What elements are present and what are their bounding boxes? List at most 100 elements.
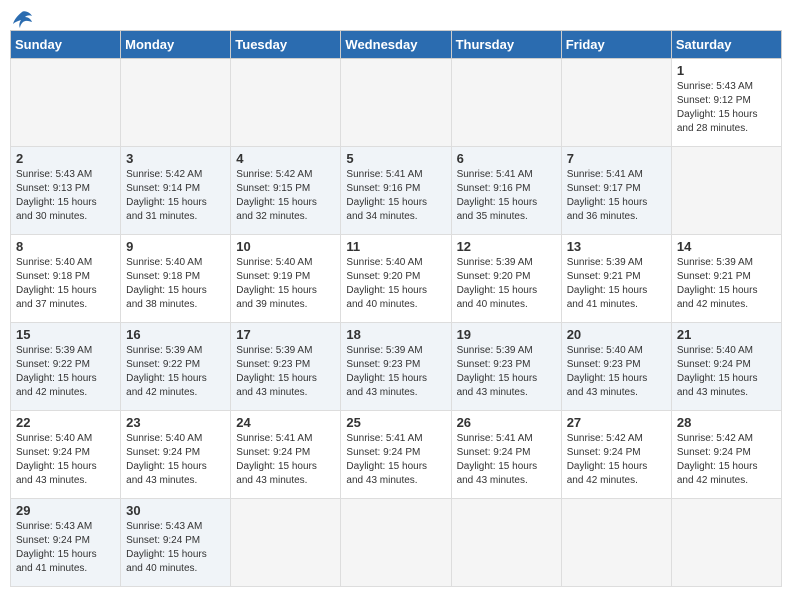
- header-sunday: Sunday: [11, 31, 121, 59]
- calendar-table: SundayMondayTuesdayWednesdayThursdayFrid…: [10, 30, 782, 587]
- calendar-cell: 22 Sunrise: 5:40 AMSunset: 9:24 PMDayligh…: [11, 411, 121, 499]
- calendar-cell: 8Sunrise: 5:40 AMSunset: 9:18 PMDaylight…: [11, 235, 121, 323]
- day-info: Sunrise: 5:43 AMSunset: 9:12 PMDaylight:…: [677, 80, 776, 136]
- calendar-cell: 27Sunrise: 5:42 AMSunset: 9:24 PMDayligh…: [561, 411, 671, 499]
- logo-bird-icon: [12, 10, 34, 28]
- calendar-cell: [561, 59, 671, 147]
- day-info: Sunrise: 5:40 AMSunset: 9:19 PMDaylight:…: [236, 256, 335, 312]
- calendar-cell-empty: [671, 147, 781, 235]
- calendar-cell: [671, 499, 781, 587]
- day-number: 19: [457, 327, 556, 342]
- day-number: 7: [567, 151, 666, 166]
- day-info: Sunrise: 5:39 AMSunset: 9:22 PMDaylight:…: [126, 344, 225, 400]
- header-tuesday: Tuesday: [231, 31, 341, 59]
- calendar-week-row: 22 Sunrise: 5:40 AMSunset: 9:24 PMDayligh…: [11, 411, 782, 499]
- header-monday: Monday: [121, 31, 231, 59]
- logo: [10, 10, 34, 24]
- header-saturday: Saturday: [671, 31, 781, 59]
- calendar-cell: 14Sunrise: 5:39 AMSunset: 9:21 PMDayligh…: [671, 235, 781, 323]
- calendar-cell: 7 Sunrise: 5:41 AMSunset: 9:17 PMDaylight…: [561, 147, 671, 235]
- day-number: 18: [346, 327, 445, 342]
- calendar-cell: 30 Sunrise: 5:43 AMSunset: 9:24 PMDayligh…: [121, 499, 231, 587]
- day-number: 21: [677, 327, 776, 342]
- calendar-cell: 16 Sunrise: 5:39 AMSunset: 9:22 PMDayligh…: [121, 323, 231, 411]
- page-header: [10, 10, 782, 24]
- calendar-cell: 29Sunrise: 5:43 AMSunset: 9:24 PMDayligh…: [11, 499, 121, 587]
- day-number: 4: [236, 151, 335, 166]
- calendar-cell: 12Sunrise: 5:39 AMSunset: 9:20 PMDayligh…: [451, 235, 561, 323]
- calendar-cell: 25 Sunrise: 5:41 AMSunset: 9:24 PMDayligh…: [341, 411, 451, 499]
- calendar-cell: [341, 499, 451, 587]
- day-info: Sunrise: 5:40 AMSunset: 9:24 PMDaylight:…: [126, 432, 225, 488]
- day-info: Sunrise: 5:43 AMSunset: 9:24 PMDaylight:…: [126, 520, 225, 576]
- day-number: 24: [236, 415, 335, 430]
- calendar-cell: 19 Sunrise: 5:39 AMSunset: 9:23 PMDayligh…: [451, 323, 561, 411]
- calendar-cell: [231, 59, 341, 147]
- day-number: 20: [567, 327, 666, 342]
- calendar-cell: 28 Sunrise: 5:42 AMSunset: 9:24 PMDayligh…: [671, 411, 781, 499]
- day-number: 25: [346, 415, 445, 430]
- day-number: 16: [126, 327, 225, 342]
- day-info: Sunrise: 5:40 AMSunset: 9:23 PMDaylight:…: [567, 344, 666, 400]
- day-number: 9: [126, 239, 225, 254]
- day-number: 26: [457, 415, 556, 430]
- day-info: Sunrise: 5:39 AMSunset: 9:21 PMDaylight:…: [677, 256, 776, 312]
- day-number: 11: [346, 239, 445, 254]
- calendar-cell: 15Sunrise: 5:39 AMSunset: 9:22 PMDayligh…: [11, 323, 121, 411]
- calendar-week-row: 8 Sunrise: 5:40 AMSunset: 9:18 PMDaylight…: [11, 235, 782, 323]
- day-info: Sunrise: 5:39 AMSunset: 9:21 PMDaylight:…: [567, 256, 666, 312]
- day-info: Sunrise: 5:41 AMSunset: 9:16 PMDaylight:…: [457, 168, 556, 224]
- header-friday: Friday: [561, 31, 671, 59]
- calendar-cell: 4 Sunrise: 5:42 AMSunset: 9:15 PMDaylight…: [231, 147, 341, 235]
- day-number: 8: [16, 239, 115, 254]
- calendar-cell: [451, 499, 561, 587]
- calendar-cell: 26 Sunrise: 5:41 AMSunset: 9:24 PMDayligh…: [451, 411, 561, 499]
- calendar-cell: 3 Sunrise: 5:42 AMSunset: 9:14 PMDaylight…: [121, 147, 231, 235]
- day-info: Sunrise: 5:42 AMSunset: 9:14 PMDaylight:…: [126, 168, 225, 224]
- day-info: Sunrise: 5:39 AMSunset: 9:23 PMDaylight:…: [457, 344, 556, 400]
- day-number: 6: [457, 151, 556, 166]
- calendar-cell: 21 Sunrise: 5:40 AMSunset: 9:24 PMDayligh…: [671, 323, 781, 411]
- calendar-week-row: 2Sunrise: 5:43 AMSunset: 9:13 PMDaylight…: [11, 147, 782, 235]
- calendar-cell: 18Sunrise: 5:39 AMSunset: 9:23 PMDayligh…: [341, 323, 451, 411]
- day-info: Sunrise: 5:43 AMSunset: 9:24 PMDaylight:…: [16, 520, 115, 576]
- day-info: Sunrise: 5:42 AMSunset: 9:24 PMDaylight:…: [567, 432, 666, 488]
- calendar-cell: [451, 59, 561, 147]
- calendar-cell: 24 Sunrise: 5:41 AMSunset: 9:24 PMDayligh…: [231, 411, 341, 499]
- calendar-cell: 6 Sunrise: 5:41 AMSunset: 9:16 PMDaylight…: [451, 147, 561, 235]
- calendar-cell: 13 Sunrise: 5:39 AMSunset: 9:21 PMDayligh…: [561, 235, 671, 323]
- day-info: Sunrise: 5:41 AMSunset: 9:24 PMDaylight:…: [236, 432, 335, 488]
- day-number: 28: [677, 415, 776, 430]
- calendar-cell: 17 Sunrise: 5:39 AMSunset: 9:23 PMDayligh…: [231, 323, 341, 411]
- calendar-cell: 1 Sunrise: 5:43 AMSunset: 9:12 PMDaylight…: [671, 59, 781, 147]
- day-info: Sunrise: 5:40 AMSunset: 9:24 PMDaylight:…: [16, 432, 115, 488]
- day-number: 12: [457, 239, 556, 254]
- day-info: Sunrise: 5:40 AMSunset: 9:24 PMDaylight:…: [677, 344, 776, 400]
- day-number: 30: [126, 503, 225, 518]
- day-info: Sunrise: 5:41 AMSunset: 9:24 PMDaylight:…: [457, 432, 556, 488]
- calendar-cell: 5 Sunrise: 5:41 AMSunset: 9:16 PMDaylight…: [341, 147, 451, 235]
- day-info: Sunrise: 5:39 AMSunset: 9:23 PMDaylight:…: [236, 344, 335, 400]
- day-info: Sunrise: 5:41 AMSunset: 9:24 PMDaylight:…: [346, 432, 445, 488]
- day-info: Sunrise: 5:42 AMSunset: 9:15 PMDaylight:…: [236, 168, 335, 224]
- calendar-cell: [561, 499, 671, 587]
- day-info: Sunrise: 5:40 AMSunset: 9:18 PMDaylight:…: [126, 256, 225, 312]
- calendar-week-row: 1 Sunrise: 5:43 AMSunset: 9:12 PMDaylight…: [11, 59, 782, 147]
- day-info: Sunrise: 5:42 AMSunset: 9:24 PMDaylight:…: [677, 432, 776, 488]
- day-number: 22: [16, 415, 115, 430]
- day-number: 17: [236, 327, 335, 342]
- calendar-week-row: 15Sunrise: 5:39 AMSunset: 9:22 PMDayligh…: [11, 323, 782, 411]
- day-number: 13: [567, 239, 666, 254]
- calendar-cell: 10 Sunrise: 5:40 AMSunset: 9:19 PMDayligh…: [231, 235, 341, 323]
- day-number: 10: [236, 239, 335, 254]
- calendar-cell: 11 Sunrise: 5:40 AMSunset: 9:20 PMDayligh…: [341, 235, 451, 323]
- day-number: 1: [677, 63, 776, 78]
- day-info: Sunrise: 5:41 AMSunset: 9:17 PMDaylight:…: [567, 168, 666, 224]
- day-number: 3: [126, 151, 225, 166]
- calendar-header-row: SundayMondayTuesdayWednesdayThursdayFrid…: [11, 31, 782, 59]
- calendar-week-row: 29Sunrise: 5:43 AMSunset: 9:24 PMDayligh…: [11, 499, 782, 587]
- day-number: 5: [346, 151, 445, 166]
- day-info: Sunrise: 5:41 AMSunset: 9:16 PMDaylight:…: [346, 168, 445, 224]
- day-info: Sunrise: 5:40 AMSunset: 9:20 PMDaylight:…: [346, 256, 445, 312]
- calendar-cell: 23Sunrise: 5:40 AMSunset: 9:24 PMDayligh…: [121, 411, 231, 499]
